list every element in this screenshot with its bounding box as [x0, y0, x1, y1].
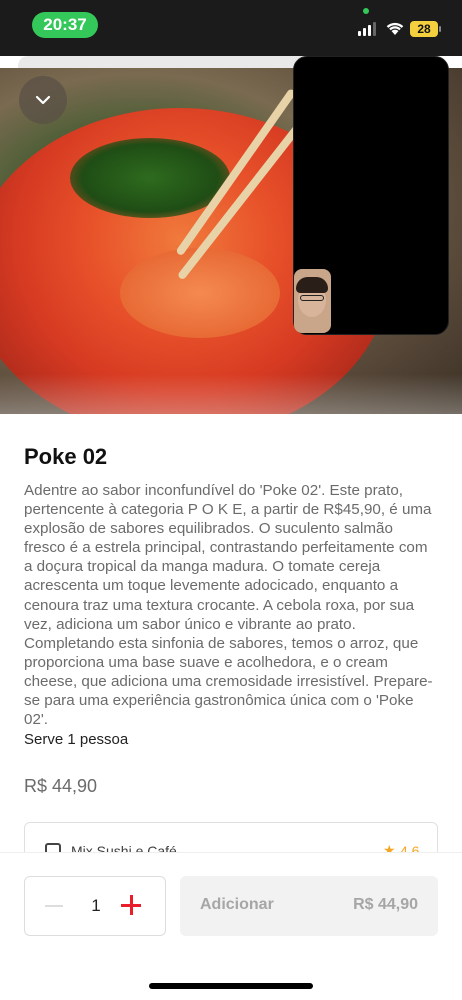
chevron-down-icon — [35, 95, 51, 105]
plus-icon[interactable] — [121, 895, 141, 915]
quantity-value: 1 — [91, 896, 101, 915]
status-bar: 20:37 28 — [0, 0, 462, 56]
add-button-price: R$ 44,90 — [353, 896, 418, 913]
add-button-label: Adicionar — [200, 896, 274, 913]
battery-tip — [439, 26, 441, 32]
cellular-signal-icon — [358, 22, 378, 36]
hair-shape — [296, 277, 328, 293]
self-view-thumbnail[interactable] — [294, 269, 331, 333]
serves-label: Serve 1 pessoa — [24, 731, 129, 748]
battery-icon: 28 — [410, 21, 438, 37]
image-fade — [0, 374, 462, 414]
collapse-button[interactable] — [19, 76, 67, 124]
add-to-cart-button[interactable]: Adicionar R$ 44,90 — [180, 876, 438, 936]
product-price: R$ 44,90 — [24, 776, 98, 796]
home-indicator[interactable] — [149, 983, 313, 989]
salmon-shape — [120, 248, 280, 338]
product-description: Adentre ao sabor inconfundível do 'Poke … — [24, 482, 433, 729]
wifi-icon — [386, 22, 404, 35]
glasses-shape — [300, 295, 324, 301]
quantity-stepper: 1 — [24, 876, 166, 936]
product-title: Poke 02 — [24, 444, 108, 469]
minus-icon[interactable] — [45, 905, 63, 907]
camera-indicator-icon — [363, 8, 369, 14]
status-time: 20:37 — [32, 12, 98, 38]
